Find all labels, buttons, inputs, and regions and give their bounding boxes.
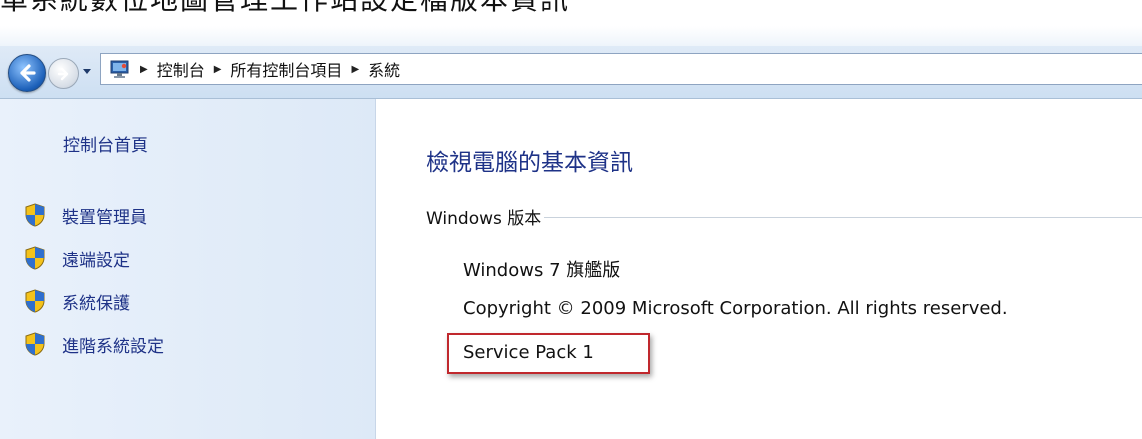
sidebar-item-system-protection[interactable]: 系統保護	[24, 288, 130, 314]
address-bar[interactable]: ▶ 控制台 ▶ 所有控制台項目 ▶ 系統	[100, 53, 1142, 85]
page-title: 檢視電腦的基本資訊	[426, 150, 633, 176]
sidebar-item-label: 系統保護	[62, 293, 130, 314]
back-button[interactable]	[8, 54, 46, 92]
uac-shield-icon	[25, 289, 45, 313]
sidebar-item-label: 裝置管理員	[62, 207, 147, 228]
uac-shield-icon	[25, 246, 45, 270]
breadcrumb-separator-icon: ▶	[140, 63, 148, 75]
sidebar: 控制台首頁 裝置管理員 遠端設定 系統保護 進階系統設定	[0, 99, 376, 439]
sidebar-item-device-manager[interactable]: 裝置管理員	[24, 202, 147, 228]
windows-edition-section-label: Windows 版本	[426, 209, 542, 229]
windows-edition-value: Windows 7 旗艦版	[463, 260, 621, 281]
sidebar-item-advanced-settings[interactable]: 進階系統設定	[24, 331, 164, 357]
forward-arrow-icon	[57, 67, 68, 80]
breadcrumb-separator-icon: ▶	[213, 63, 222, 75]
uac-shield-icon	[25, 332, 45, 356]
forward-button[interactable]	[48, 58, 79, 89]
chevron-down-icon	[83, 69, 91, 74]
uac-shield-icon	[25, 203, 45, 227]
sidebar-item-label: 遠端設定	[62, 250, 130, 271]
sidebar-item-remote-settings[interactable]: 遠端設定	[24, 245, 130, 271]
service-pack-value: Service Pack 1	[463, 342, 594, 363]
breadcrumb-all-items[interactable]: 所有控制台項目	[230, 57, 342, 81]
recent-pages-button[interactable]	[80, 63, 94, 81]
main-content: 檢視電腦的基本資訊 Windows 版本 Windows 7 旗艦版 Copyr…	[376, 99, 1142, 439]
titlebar-strip	[0, 26, 1142, 46]
control-panel-icon	[110, 60, 129, 78]
copyright-text: Copyright © 2009 Microsoft Corporation. …	[463, 298, 1008, 319]
cropped-caption: 單系統數位地圖管理工作站設定檔版本資訊	[0, 0, 1142, 26]
breadcrumb-system[interactable]: 系統	[368, 57, 400, 81]
sidebar-control-panel-home[interactable]: 控制台首頁	[63, 131, 148, 156]
breadcrumb-separator-icon: ▶	[351, 63, 360, 75]
section-divider	[544, 217, 1142, 218]
back-arrow-icon	[20, 64, 36, 82]
sidebar-item-label: 進階系統設定	[62, 336, 164, 357]
breadcrumb-control-panel[interactable]: 控制台	[157, 57, 205, 81]
